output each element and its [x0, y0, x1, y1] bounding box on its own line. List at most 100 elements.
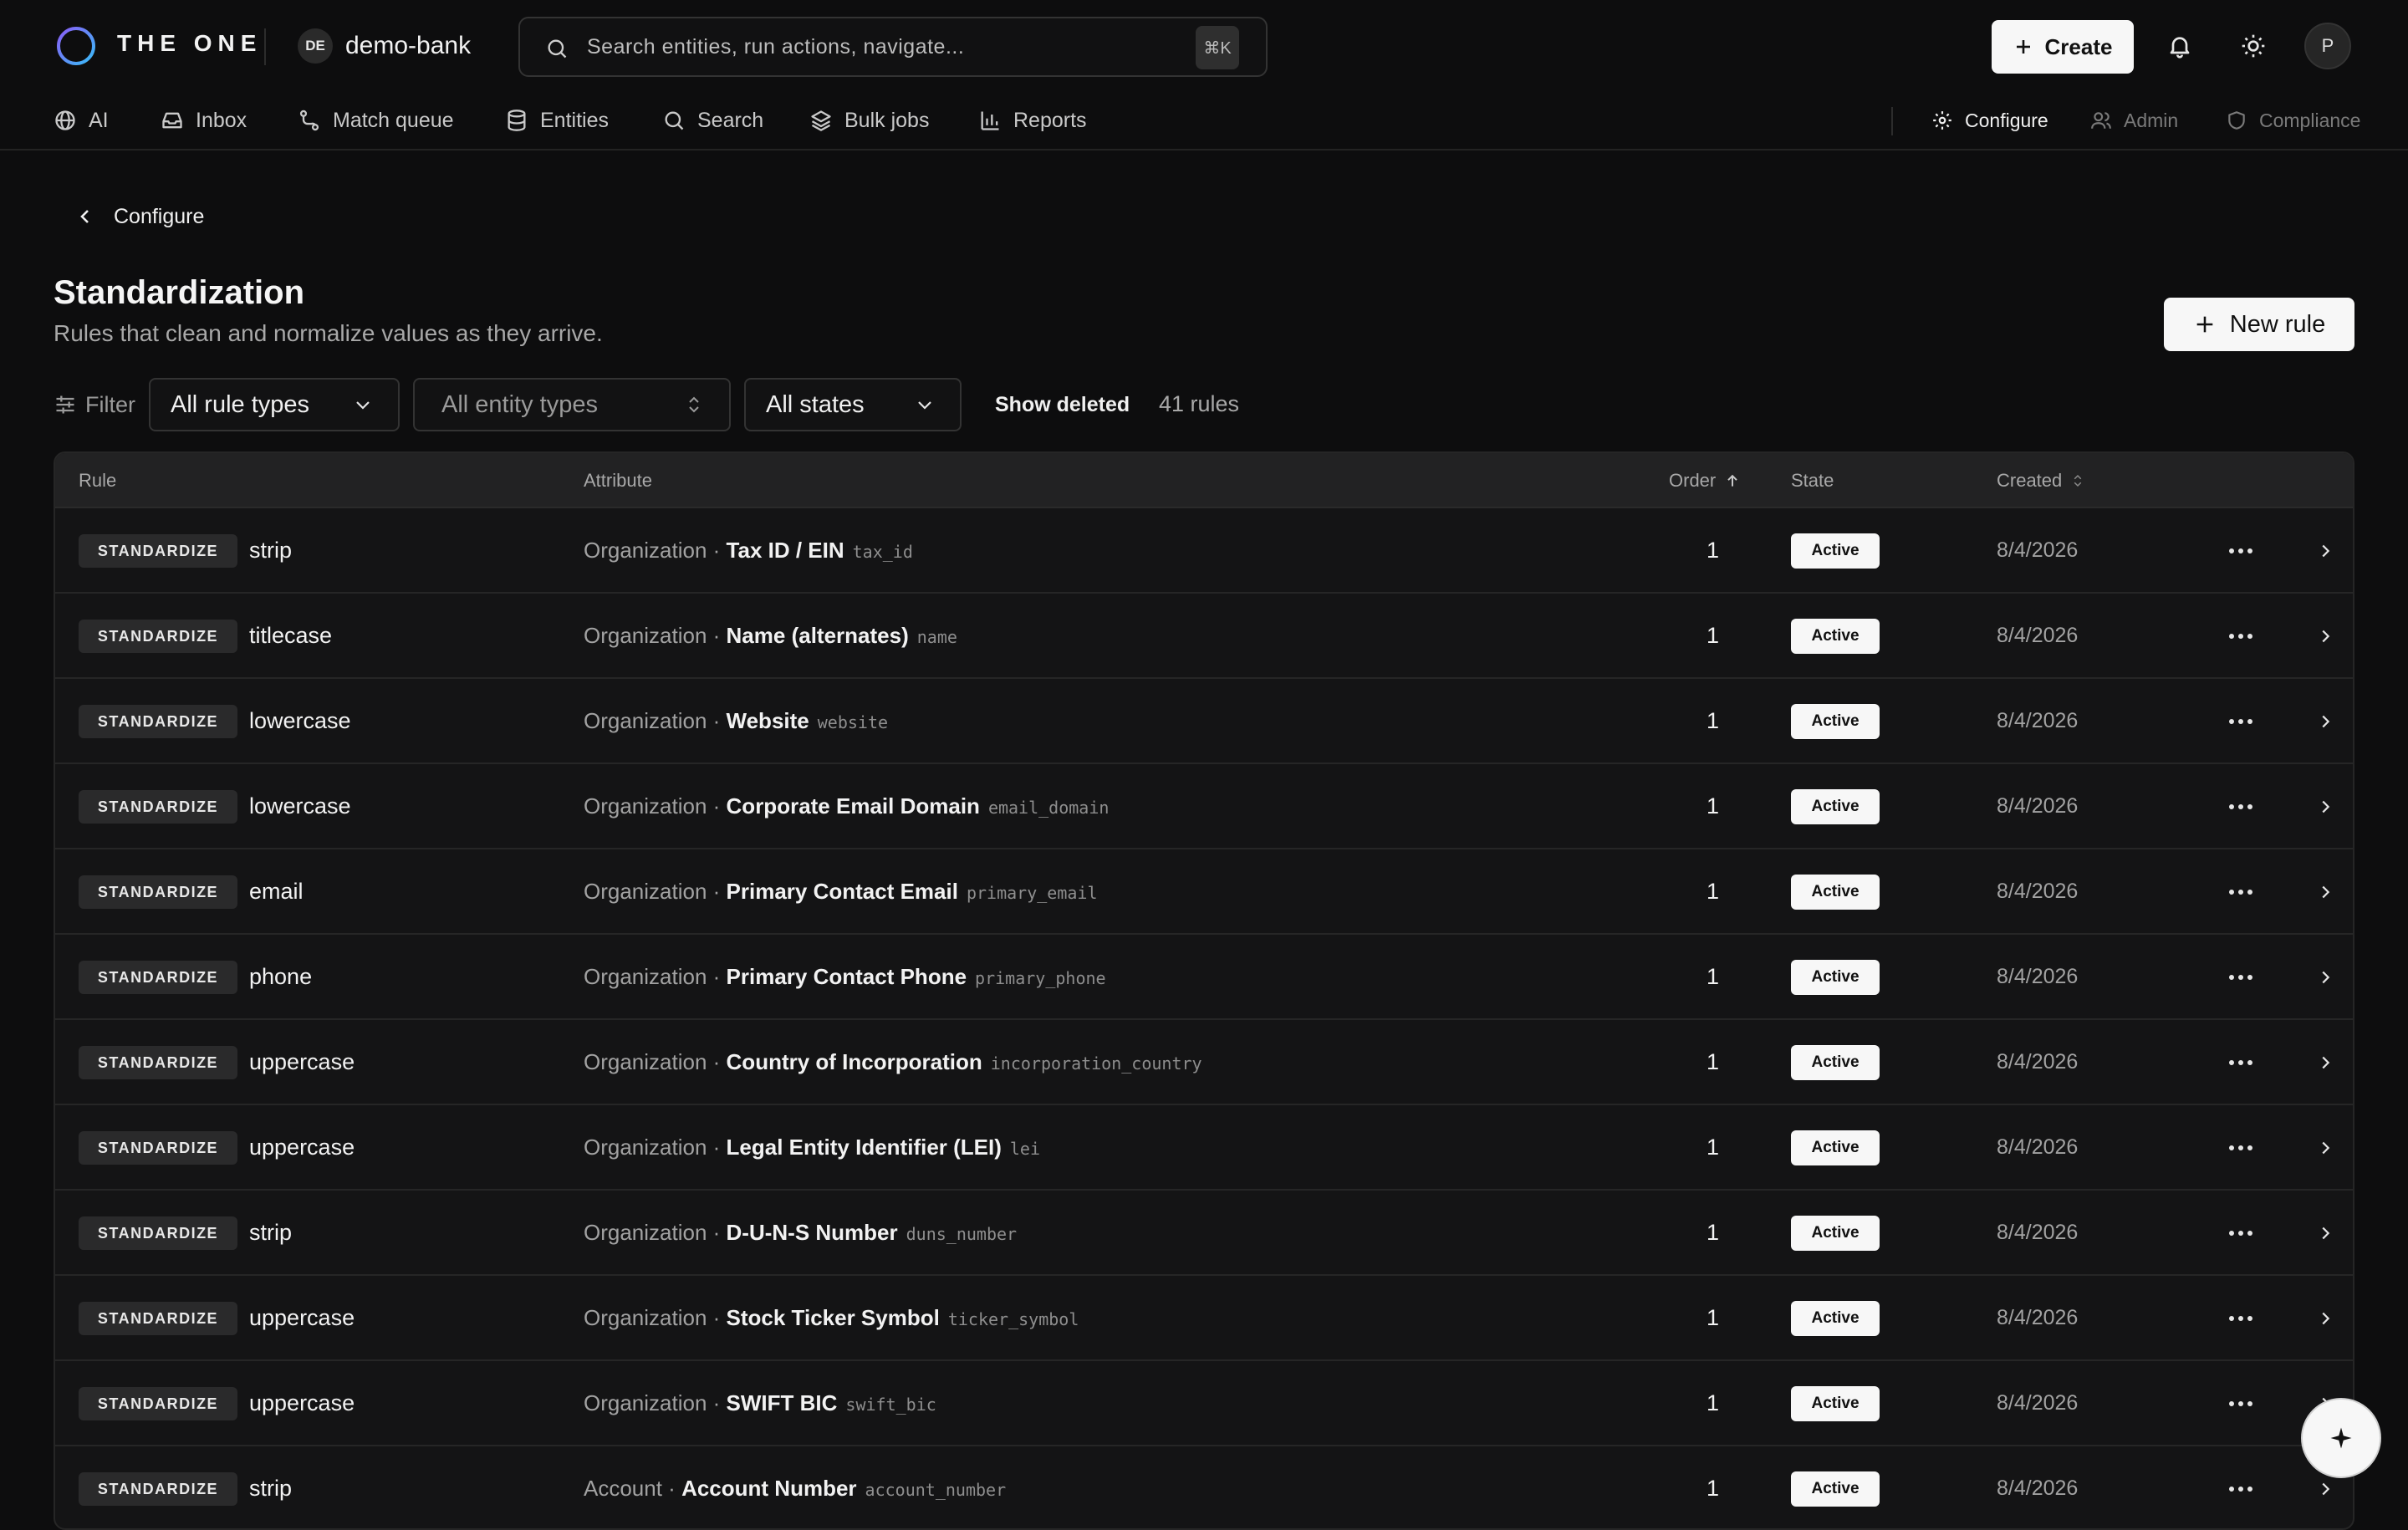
notifications-button[interactable] — [2159, 25, 2201, 67]
page-subtitle: Rules that clean and normalize values as… — [54, 320, 603, 346]
more-horizontal-icon — [2229, 634, 2252, 639]
chevron-right-icon — [2322, 885, 2330, 899]
back-link[interactable]: Configure — [75, 204, 204, 229]
nav-item-configure[interactable]: Configure — [1931, 105, 2048, 135]
more-actions-button[interactable] — [2226, 880, 2256, 905]
table-row[interactable]: STANDARDIZE uppercase Organization · Stock… — [55, 1276, 2353, 1361]
order-value: 1 — [1706, 964, 1719, 989]
nav-item-entities[interactable]: Entities — [505, 105, 609, 135]
shield-icon — [2226, 110, 2247, 131]
more-actions-button[interactable] — [2226, 794, 2256, 819]
entity-type: Organization — [584, 1305, 707, 1330]
open-row-button[interactable] — [2313, 1135, 2338, 1160]
nav-item-inbox[interactable]: Inbox — [161, 105, 247, 135]
table-row[interactable]: STANDARDIZE lowercase Organization · Corpo… — [55, 764, 2353, 849]
separator: · — [707, 879, 727, 904]
create-button[interactable]: Create — [1992, 20, 2134, 74]
rule-type-tag: STANDARDIZE — [79, 790, 237, 824]
table-row[interactable]: STANDARDIZE strip Account · Account Number… — [55, 1446, 2353, 1528]
open-row-button[interactable] — [2313, 880, 2338, 905]
table-row[interactable]: STANDARDIZE lowercase Organization · Websi… — [55, 679, 2353, 764]
new-rule-button[interactable]: New rule — [2164, 298, 2354, 351]
attribute-name: Website — [726, 708, 809, 733]
back-label: Configure — [114, 204, 205, 228]
more-horizontal-icon — [2229, 1060, 2252, 1065]
assistant-button[interactable] — [2301, 1398, 2381, 1478]
entity-type-select[interactable]: All entity types — [413, 378, 731, 431]
more-actions-button[interactable] — [2226, 1391, 2256, 1416]
created-date: 8/4/2026 — [1997, 709, 2079, 732]
more-actions-button[interactable] — [2226, 1221, 2256, 1246]
show-deleted-toggle[interactable]: Show deleted — [995, 393, 1130, 417]
created-date: 8/4/2026 — [1997, 1050, 2079, 1074]
created-date: 8/4/2026 — [1997, 1135, 2079, 1159]
open-row-button[interactable] — [2313, 709, 2338, 734]
open-row-button[interactable] — [2313, 1476, 2338, 1502]
attribute-name: Legal Entity Identifier (LEI) — [726, 1135, 1002, 1160]
column-created[interactable]: Created — [1997, 470, 2085, 492]
nav-label: Bulk jobs — [844, 108, 930, 132]
open-row-button[interactable] — [2313, 1221, 2338, 1246]
open-row-button[interactable] — [2313, 538, 2338, 564]
column-state: State — [1791, 470, 1834, 491]
attribute-key: swift_bic — [845, 1395, 936, 1415]
more-actions-button[interactable] — [2226, 538, 2256, 564]
open-row-button[interactable] — [2313, 965, 2338, 990]
attribute-cell: Organization · Primary Contact Email prim… — [584, 879, 1098, 905]
chevron-updown-icon — [684, 395, 704, 415]
rule-name: uppercase — [249, 1305, 355, 1330]
search-icon — [545, 37, 569, 60]
avatar[interactable]: P — [2304, 23, 2351, 69]
workspace-name[interactable]: demo-bank — [345, 32, 471, 60]
table-row[interactable]: STANDARDIZE uppercase Organization · SWIFT… — [55, 1361, 2353, 1446]
nav-item-bulk-jobs[interactable]: Bulk jobs — [809, 105, 929, 135]
nav-item-reports[interactable]: Reports — [978, 105, 1087, 135]
logo-icon[interactable] — [55, 25, 97, 67]
table-row[interactable]: STANDARDIZE strip Organization · Tax ID / … — [55, 508, 2353, 594]
more-actions-button[interactable] — [2226, 709, 2256, 734]
table-row[interactable]: STANDARDIZE email Organization · Primary C… — [55, 849, 2353, 935]
open-row-button[interactable] — [2313, 794, 2338, 819]
theme-toggle-button[interactable] — [2232, 25, 2274, 67]
status-badge: Active — [1791, 960, 1880, 995]
open-row-button[interactable] — [2313, 624, 2338, 649]
nav-item-search[interactable]: Search — [662, 105, 763, 135]
table-row[interactable]: STANDARDIZE strip Organization · D-U-N-S N… — [55, 1191, 2353, 1276]
state-select[interactable]: All states — [744, 378, 962, 431]
table-row[interactable]: STANDARDIZE uppercase Organization · Count… — [55, 1020, 2353, 1105]
sparkle-icon — [2329, 1425, 2354, 1451]
entity-type: Organization — [584, 1049, 707, 1074]
nav-item-admin[interactable]: Admin — [2090, 105, 2178, 135]
more-actions-button[interactable] — [2226, 624, 2256, 649]
nav-item-match-queue[interactable]: Match queue — [298, 105, 454, 135]
attribute-key: ticker_symbol — [947, 1309, 1079, 1329]
table-row[interactable]: STANDARDIZE uppercase Organization · Legal… — [55, 1105, 2353, 1191]
more-actions-button[interactable] — [2226, 1476, 2256, 1502]
status-badge: Active — [1791, 704, 1880, 739]
table-row[interactable]: STANDARDIZE titlecase Organization · Name … — [55, 594, 2353, 679]
more-actions-button[interactable] — [2226, 1050, 2256, 1075]
rule-type-select[interactable]: All rule types — [149, 378, 400, 431]
shortcut-badge: ⌘K — [1196, 26, 1239, 69]
nav-item-compliance[interactable]: Compliance — [2226, 105, 2360, 135]
state-value: All states — [766, 390, 865, 418]
open-row-button[interactable] — [2313, 1050, 2338, 1075]
attribute-key: incorporation_country — [990, 1053, 1202, 1074]
column-order[interactable]: Order — [1669, 470, 1741, 492]
nav-label: AI — [89, 108, 109, 132]
table-row[interactable]: STANDARDIZE phone Organization · Primary C… — [55, 935, 2353, 1020]
workspace-badge[interactable]: DE — [298, 28, 333, 64]
more-actions-button[interactable] — [2226, 1135, 2256, 1160]
order-value: 1 — [1706, 538, 1719, 563]
nav-item-ai[interactable]: AI — [54, 105, 109, 135]
rule-type-tag: STANDARDIZE — [79, 1216, 237, 1250]
global-search[interactable]: Search entities, run actions, navigate..… — [518, 17, 1268, 77]
created-date: 8/4/2026 — [1997, 624, 2079, 647]
more-actions-button[interactable] — [2226, 1306, 2256, 1331]
more-actions-button[interactable] — [2226, 965, 2256, 990]
attribute-cell: Organization · Corporate Email Domain ema… — [584, 793, 1109, 819]
rule-name: phone — [249, 964, 313, 989]
more-horizontal-icon — [2229, 1145, 2252, 1150]
chevron-right-icon — [2322, 1141, 2330, 1155]
open-row-button[interactable] — [2313, 1306, 2338, 1331]
